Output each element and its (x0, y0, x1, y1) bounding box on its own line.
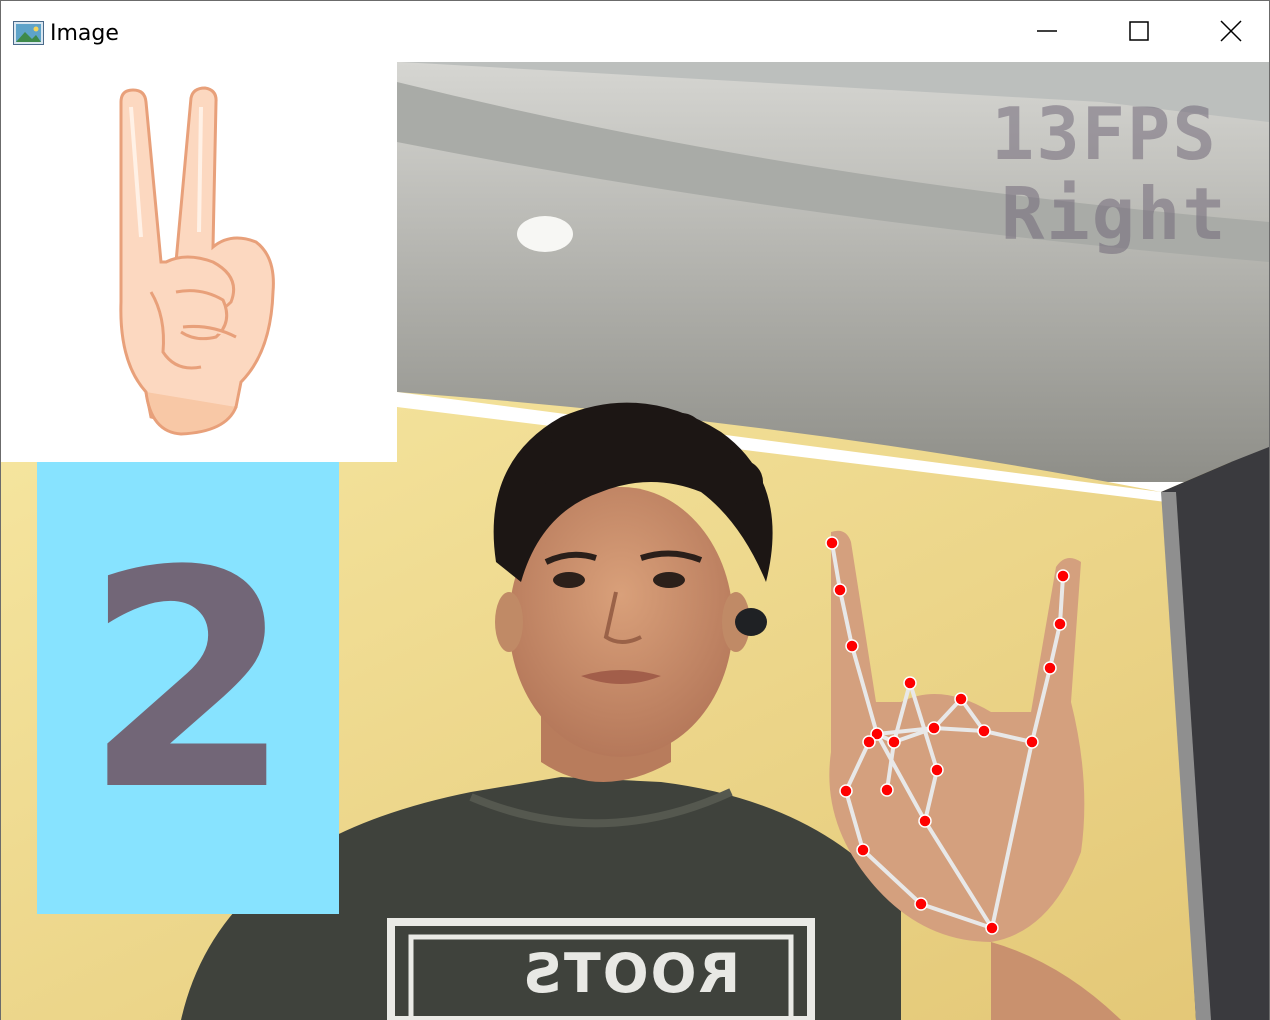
landmark-point (1043, 661, 1057, 675)
maximize-button[interactable] (1093, 1, 1185, 61)
landmark-point (825, 536, 839, 550)
landmark-point (977, 724, 991, 738)
fps-counter: 13FPS (991, 92, 1218, 176)
camera-view: ROOTS 13FPS Right 2 (1, 62, 1269, 1020)
maximize-icon (1129, 21, 1149, 41)
landmark-point (918, 814, 932, 828)
landmark-point (1053, 617, 1067, 631)
close-icon (1220, 20, 1242, 42)
landmark-point (985, 921, 999, 935)
gesture-image-panel (1, 62, 397, 462)
landmark-point (903, 676, 917, 690)
landmark-point (880, 783, 894, 797)
finger-count-panel: 2 (37, 462, 339, 914)
minimize-button[interactable] (1001, 1, 1093, 61)
landmark-point (1056, 569, 1070, 583)
finger-count-value: 2 (83, 507, 293, 856)
landmark-point (930, 763, 944, 777)
landmark-point (839, 784, 853, 798)
landmark-point (833, 583, 847, 597)
close-button[interactable] (1185, 1, 1270, 61)
landmark-point (887, 735, 901, 749)
image-app-icon (13, 21, 44, 45)
landmark-point (927, 721, 941, 735)
shirt-print-text: ROOTS (521, 942, 741, 1005)
window-title: Image (50, 21, 119, 46)
handedness-label: Right (1001, 172, 1228, 256)
minimize-icon (1037, 30, 1057, 32)
title-bar[interactable]: Image (1, 1, 1269, 62)
landmark-point (856, 843, 870, 857)
peace-sign-hand-icon (119, 86, 275, 436)
landmark-point (1025, 735, 1039, 749)
pinky-connection (990, 575, 1065, 929)
image-window: Image ROOTS 13FPS Right 2 (0, 0, 1270, 1020)
landmark-point (862, 735, 876, 749)
landmark-point (845, 639, 859, 653)
landmark-point (954, 692, 968, 706)
landmark-point (914, 897, 928, 911)
